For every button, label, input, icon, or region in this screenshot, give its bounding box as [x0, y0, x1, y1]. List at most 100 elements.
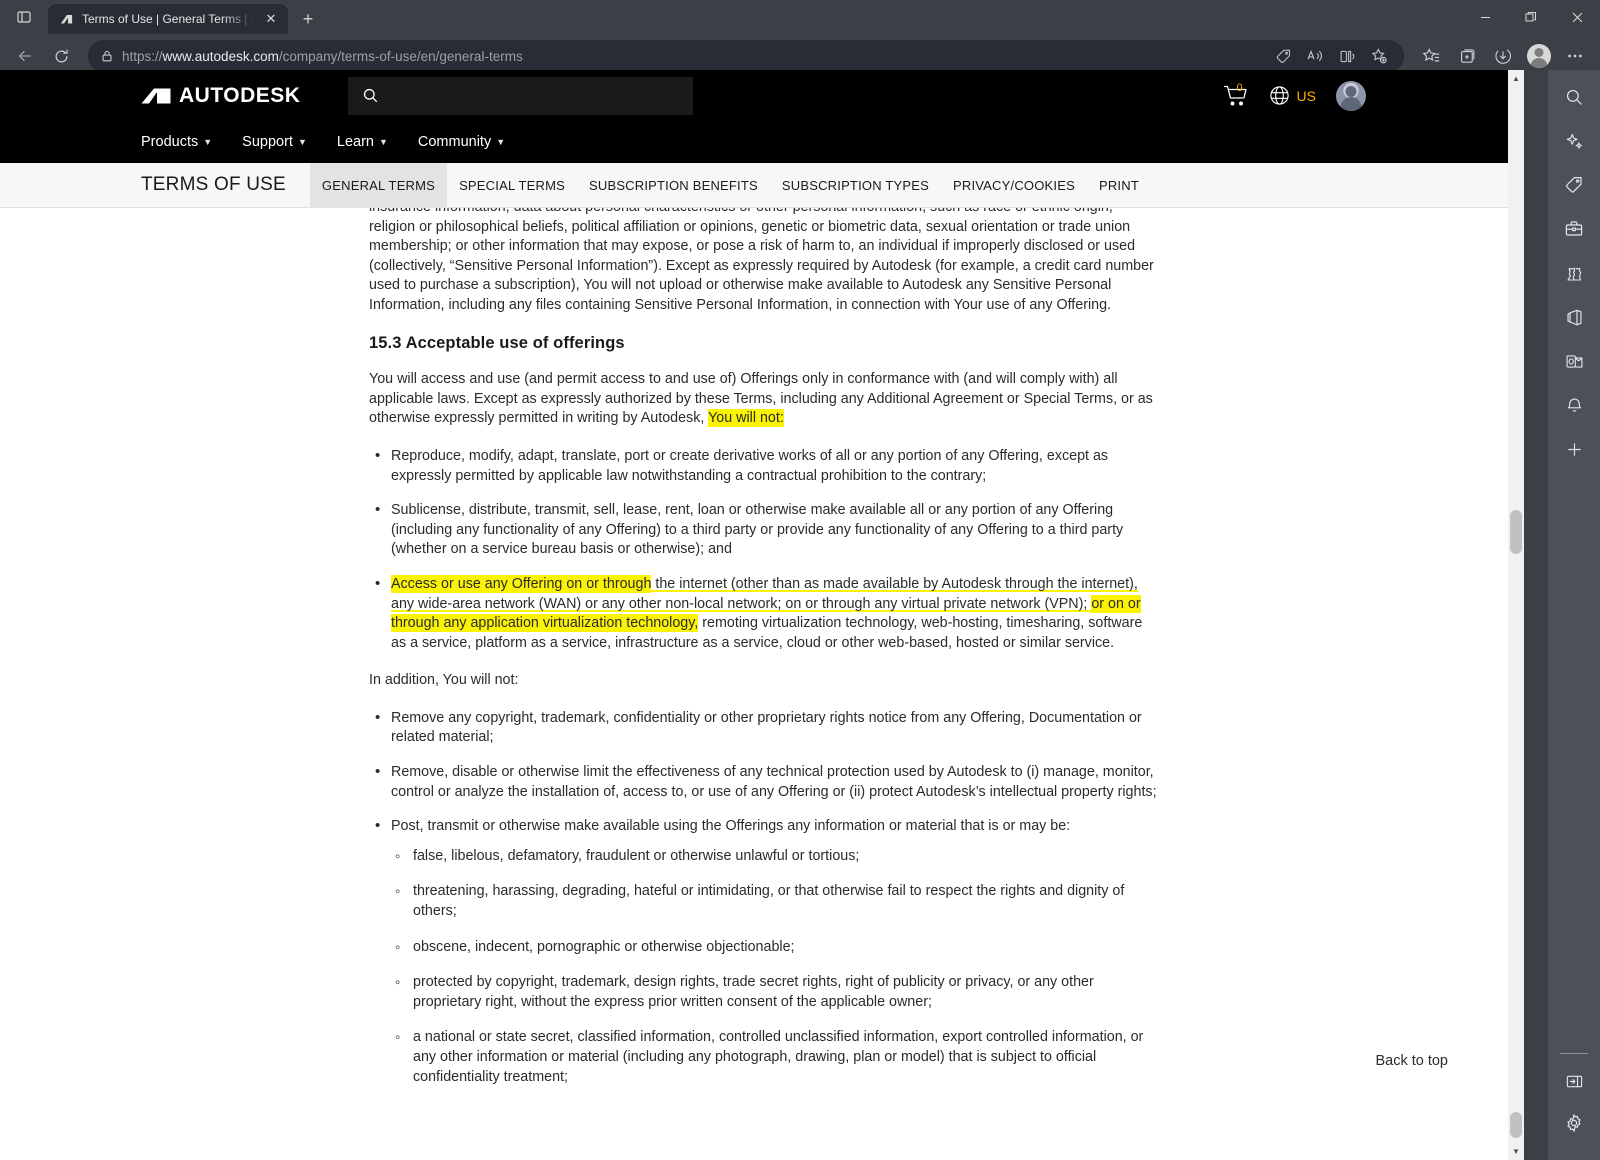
- document-content: insurance information; data about person…: [0, 208, 1524, 1103]
- nav-item-support[interactable]: Support ▼: [242, 134, 307, 150]
- list-item-highlighted: Access or use any Offering on or through…: [369, 574, 1159, 653]
- paragraph-intro: You will access and use (and permit acce…: [369, 370, 1159, 429]
- cart-button[interactable]: 0: [1223, 82, 1249, 108]
- list-item-text: Post, transmit or otherwise make availab…: [391, 818, 1071, 835]
- list-item: Remove, disable or otherwise limit the e…: [369, 762, 1159, 802]
- downloads-icon[interactable]: [1486, 39, 1520, 73]
- site-search-input[interactable]: [389, 87, 680, 104]
- cart-icon: [1223, 85, 1247, 105]
- notification-bell-icon[interactable]: [1556, 388, 1592, 422]
- locale-label: US: [1296, 87, 1316, 104]
- minimize-button[interactable]: [1462, 0, 1508, 34]
- autodesk-favicon: [58, 11, 74, 27]
- refresh-icon[interactable]: [44, 39, 78, 73]
- nav-label: Products: [141, 134, 199, 150]
- tab-print[interactable]: PRINT: [1087, 163, 1151, 207]
- collections-icon[interactable]: [1450, 39, 1484, 73]
- outlook-icon[interactable]: [1556, 344, 1592, 378]
- prohibited-sublist: false, libelous, defamatory, fraudulent …: [391, 847, 1159, 1103]
- url-text: https://www.autodesk.com/company/terms-o…: [122, 48, 523, 64]
- list-item: Remove any copyright, trademark, confide…: [369, 708, 1159, 748]
- nav-item-products[interactable]: Products ▼: [141, 134, 212, 150]
- tab-close-icon[interactable]: ✕: [262, 10, 280, 28]
- tab-subscription-benefits[interactable]: SUBSCRIPTION BENEFITS: [577, 163, 770, 207]
- page-viewport: AUTODESK 0 US Products ▼ Support ▼ Learn…: [0, 70, 1524, 1160]
- autodesk-site-header: AUTODESK 0 US: [0, 70, 1524, 121]
- autodesk-mark: [141, 88, 171, 103]
- tab-search-icon[interactable]: [10, 5, 38, 29]
- shopping-tag-icon[interactable]: [1556, 168, 1592, 202]
- list-item: Reproduce, modify, adapt, translate, por…: [369, 446, 1159, 486]
- highlight-you-will-not: You will not:: [708, 409, 784, 428]
- site-search-box[interactable]: [348, 76, 694, 115]
- tab-subscription-types[interactable]: SUBSCRIPTION TYPES: [770, 163, 941, 207]
- sub-list-item: protected by copyright, trademark, desig…: [391, 973, 1159, 1012]
- address-bar[interactable]: https://www.autodesk.com/company/terms-o…: [88, 40, 1404, 72]
- autodesk-logo[interactable]: AUTODESK: [141, 84, 300, 108]
- browser-window: Terms of Use | General Terms | Au ✕ + ht…: [0, 0, 1600, 1160]
- sidebar-toggle-icon[interactable]: [1556, 1064, 1592, 1098]
- globe-icon: [1269, 86, 1289, 105]
- page-scrollbar[interactable]: ▲ ▼: [1508, 70, 1524, 1160]
- edge-sidebar: [1548, 70, 1600, 1160]
- settings-more-icon[interactable]: [1558, 39, 1592, 73]
- office-icon[interactable]: [1556, 300, 1592, 334]
- prohibited-list-1: Reproduce, modify, adapt, translate, por…: [369, 446, 1159, 653]
- chevron-down-icon: ▼: [378, 137, 388, 147]
- chevron-down-icon: ▼: [297, 137, 307, 147]
- lock-icon: [100, 49, 114, 63]
- tab-privacy-cookies[interactable]: PRIVACY/COOKIES: [941, 163, 1087, 207]
- highlight-access-or-use: Access or use any Offering on or through: [391, 574, 652, 593]
- tab-general-terms[interactable]: GENERAL TERMS: [309, 163, 448, 207]
- scroll-up-arrow[interactable]: ▲: [1508, 70, 1524, 87]
- list-item: Post, transmit or otherwise make availab…: [369, 816, 1159, 1103]
- search-icon[interactable]: [1556, 80, 1592, 114]
- tab-actions-area: [0, 0, 48, 34]
- sub-list-item: a national or state secret, classified i…: [391, 1028, 1159, 1087]
- browser-tab[interactable]: Terms of Use | General Terms | Au ✕: [48, 4, 288, 34]
- immersive-reader-icon[interactable]: [1332, 42, 1362, 70]
- chevron-down-icon: ▼: [496, 137, 506, 147]
- add-plus-icon[interactable]: [1556, 432, 1592, 466]
- read-aloud-icon[interactable]: [1300, 42, 1330, 70]
- section-heading-15-3: 15.3 Acceptable use of offerings: [369, 333, 625, 352]
- sidebar-divider: [1560, 1053, 1588, 1054]
- close-window-button[interactable]: [1554, 0, 1600, 34]
- sub-list-item: obscene, indecent, pornographic or other…: [391, 938, 1159, 958]
- autodesk-main-nav: Products ▼ Support ▼ Learn ▼ Community ▼: [0, 121, 1524, 163]
- search-icon: [362, 87, 379, 104]
- nav-item-learn[interactable]: Learn ▼: [337, 134, 388, 150]
- user-avatar[interactable]: [1336, 80, 1366, 111]
- document-column: insurance information; data about person…: [369, 208, 1159, 1103]
- prohibited-list-2: Remove any copyright, trademark, confide…: [369, 708, 1159, 1103]
- sub-list-item: threatening, harassing, degrading, hatef…: [391, 882, 1159, 921]
- maximize-restore-button[interactable]: [1508, 0, 1554, 34]
- scroll-down-arrow[interactable]: ▼: [1508, 1143, 1524, 1160]
- scrollbar-thumb[interactable]: [1510, 510, 1522, 554]
- profile-icon[interactable]: [1522, 39, 1556, 73]
- gear-icon[interactable]: [1556, 1106, 1592, 1140]
- paragraph-in-addition: In addition, You will not:: [369, 672, 519, 689]
- tab-title: Terms of Use | General Terms | Au: [82, 12, 254, 26]
- new-tab-button[interactable]: +: [294, 5, 322, 33]
- back-to-top-link[interactable]: Back to top: [1375, 1053, 1448, 1069]
- terms-subnav: TERMS OF USE GENERAL TERMS SPECIAL TERMS…: [0, 163, 1524, 208]
- games-icon[interactable]: [1556, 256, 1592, 290]
- locale-selector[interactable]: US: [1269, 85, 1316, 106]
- window-controls: [1462, 0, 1600, 34]
- back-icon[interactable]: [8, 39, 42, 73]
- favorites-icon[interactable]: [1414, 39, 1448, 73]
- nav-item-community[interactable]: Community ▼: [418, 134, 505, 150]
- paragraph-clipped: insurance information; data about person…: [369, 208, 1154, 313]
- scrollbar-thumb-secondary[interactable]: [1510, 1112, 1522, 1138]
- shopping-tag-icon[interactable]: [1268, 42, 1298, 70]
- tools-briefcase-icon[interactable]: [1556, 212, 1592, 246]
- nav-label: Support: [242, 134, 293, 150]
- tab-special-terms[interactable]: SPECIAL TERMS: [447, 163, 577, 207]
- chevron-down-icon: ▼: [203, 137, 213, 147]
- add-favorite-icon[interactable]: [1364, 42, 1394, 70]
- browser-titlebar: Terms of Use | General Terms | Au ✕ +: [0, 0, 1600, 34]
- nav-label: Community: [417, 134, 492, 150]
- copilot-sparkle-icon[interactable]: [1556, 124, 1592, 158]
- autodesk-wordmark: AUTODESK: [179, 83, 301, 107]
